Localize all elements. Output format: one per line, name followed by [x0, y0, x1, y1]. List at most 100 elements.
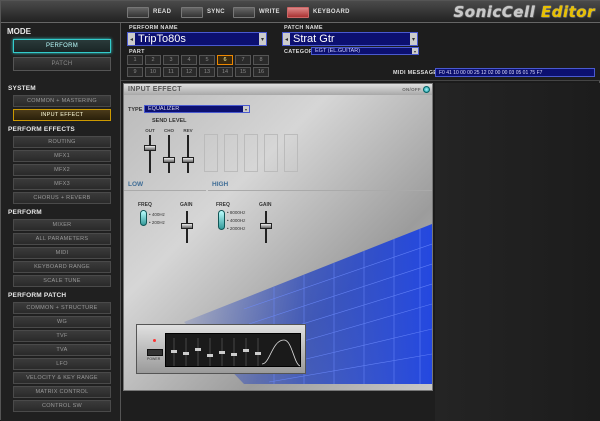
part-button-7[interactable]: 7	[235, 55, 251, 65]
high-freq-switch[interactable]	[218, 210, 225, 230]
perform-name-label: PERFORM NAME	[129, 25, 178, 31]
nav-wg[interactable]: WG	[13, 316, 111, 328]
part-button-15[interactable]: 15	[235, 67, 251, 77]
eq-device-graphic: POWER	[136, 324, 306, 374]
part-button-8[interactable]: 8	[253, 55, 269, 65]
low-freq-label: FREQ	[138, 202, 152, 208]
mode-patch-button[interactable]: PATCH	[13, 57, 111, 71]
effect-onoff-toggle[interactable]: ON/OFF	[402, 86, 430, 93]
read-led-icon	[127, 6, 149, 18]
send-cho-fader[interactable]: CHO	[161, 128, 177, 174]
empty-slot	[244, 134, 258, 172]
patch-name-label: PATCH NAME	[284, 25, 323, 31]
nav-input-effect[interactable]: INPUT EFFECT	[13, 109, 111, 121]
part-button-5[interactable]: 5	[199, 55, 215, 65]
part-selector: 1 2 3 4 5 6 7 8 9 10 11 12 13 14 15 16	[127, 55, 269, 77]
part-button-16[interactable]: 16	[253, 67, 269, 77]
fader-knob[interactable]	[163, 157, 175, 164]
nav-midi[interactable]: MIDI	[13, 247, 111, 259]
onoff-indicator-icon	[423, 86, 430, 93]
nav-mfx1[interactable]: MFX1	[13, 150, 111, 162]
perform-dropdown-icon[interactable]: ▾	[259, 33, 266, 45]
right-background	[435, 83, 600, 421]
part-button-6[interactable]: 6	[217, 55, 233, 65]
category-dropdown-icon[interactable]: ▾	[412, 48, 418, 54]
patch-name-field[interactable]: ◂ Strat Gtr ▾	[282, 32, 418, 46]
nav-keyboard-range[interactable]: KEYBOARD RANGE	[13, 261, 111, 273]
top-toolbar: READ SYNC WRITE KEYBOARD SonicCell Edito…	[1, 1, 600, 23]
low-freq-option: • 200Hz	[149, 220, 165, 225]
send-level-label: SEND LEVEL	[152, 118, 187, 124]
power-led-icon	[153, 339, 156, 342]
effect-type-select[interactable]: EQUALIZER ▾	[144, 105, 250, 113]
prev-perform-icon[interactable]: ◂	[128, 33, 135, 45]
eq-curve-graphic	[171, 338, 301, 367]
perform-name-field[interactable]: ◂ TripTo80s ▾	[127, 32, 267, 46]
device-screen	[165, 333, 301, 367]
part-button-14[interactable]: 14	[217, 67, 233, 77]
mode-perform-button[interactable]: PERFORM	[13, 39, 111, 53]
part-button-13[interactable]: 13	[199, 67, 215, 77]
fader-knob[interactable]	[182, 157, 194, 164]
part-button-3[interactable]: 3	[163, 55, 179, 65]
empty-slot	[264, 134, 278, 172]
write-led-icon	[233, 6, 255, 18]
power-label: POWER	[147, 357, 161, 361]
fader-knob[interactable]	[144, 144, 156, 151]
keyboard-led-icon	[287, 6, 309, 18]
nav-matrix-control[interactable]: MATRIX CONTROL	[13, 386, 111, 398]
input-effect-title: INPUT EFFECT ON/OFF	[124, 84, 432, 95]
empty-slot	[284, 134, 298, 172]
left-sidebar: MODE PERFORM PATCH SYSTEM COMMON + MASTE…	[1, 23, 121, 421]
high-freq-option: • 8000Hz	[227, 210, 246, 215]
part-button-4[interactable]: 4	[181, 55, 197, 65]
part-button-2[interactable]: 2	[145, 55, 161, 65]
sync-button[interactable]: SYNC	[181, 6, 225, 18]
nav-tvf[interactable]: TVF	[13, 330, 111, 342]
fader-knob[interactable]	[181, 222, 193, 229]
nav-mixer[interactable]: MIXER	[13, 219, 111, 231]
low-freq-switch[interactable]	[140, 210, 147, 226]
nav-all-parameters[interactable]: ALL PARAMETERS	[13, 233, 111, 245]
nav-scale-tune[interactable]: SCALE TUNE	[13, 275, 111, 287]
write-label: WRITE	[259, 9, 280, 15]
type-dropdown-icon[interactable]: ▾	[243, 106, 249, 112]
nav-mfx3[interactable]: MFX3	[13, 178, 111, 190]
nav-routing[interactable]: ROUTING	[13, 136, 111, 148]
app-window: READ SYNC WRITE KEYBOARD SonicCell Edito…	[0, 0, 600, 421]
send-out-fader[interactable]: OUT	[142, 128, 158, 174]
part-button-1[interactable]: 1	[127, 55, 143, 65]
category-select[interactable]: EGT (EL.GUITAR) ▾	[311, 47, 419, 55]
send-rev-fader[interactable]: REV	[180, 128, 196, 174]
nav-velocity-key-range[interactable]: VELOCITY & KEY RANGE	[13, 372, 111, 384]
nav-common-structure[interactable]: COMMON + STRUCTURE	[13, 302, 111, 314]
nav-lfo[interactable]: LFO	[13, 358, 111, 370]
empty-slot	[224, 134, 238, 172]
sync-label: SYNC	[207, 9, 225, 15]
nav-common-mastering[interactable]: COMMON + MASTERING	[13, 95, 111, 107]
empty-slot	[204, 134, 218, 172]
read-label: READ	[153, 9, 172, 15]
write-button[interactable]: WRITE	[233, 6, 280, 18]
high-gain-fader[interactable]	[258, 204, 274, 244]
patch-dropdown-icon[interactable]: ▾	[410, 33, 417, 45]
keyboard-button[interactable]: KEYBOARD	[287, 6, 350, 18]
part-button-10[interactable]: 10	[145, 67, 161, 77]
fader-knob[interactable]	[260, 222, 272, 229]
read-button[interactable]: READ	[127, 6, 171, 18]
type-label: TYPE	[128, 107, 143, 113]
prev-patch-icon[interactable]: ◂	[283, 33, 290, 45]
part-button-11[interactable]: 11	[163, 67, 179, 77]
low-gain-fader[interactable]	[179, 204, 195, 244]
part-button-12[interactable]: 12	[181, 67, 197, 77]
nav-control-sw[interactable]: CONTROL SW	[13, 400, 111, 412]
nav-tva[interactable]: TVA	[13, 344, 111, 356]
perform-effects-heading: PERFORM EFFECTS	[8, 126, 75, 133]
part-button-9[interactable]: 9	[127, 67, 143, 77]
header-panel: PERFORM NAME ◂ TripTo80s ▾ PART 12345678…	[121, 23, 600, 81]
mode-heading: MODE	[7, 27, 31, 36]
power-button-graphic	[147, 349, 163, 356]
midi-message-display: F0 41 10 00 00 25 12 02 00 00 03 05 01 7…	[435, 68, 595, 77]
nav-mfx2[interactable]: MFX2	[13, 164, 111, 176]
nav-chorus-reverb[interactable]: CHORUS + REVERB	[13, 192, 111, 204]
